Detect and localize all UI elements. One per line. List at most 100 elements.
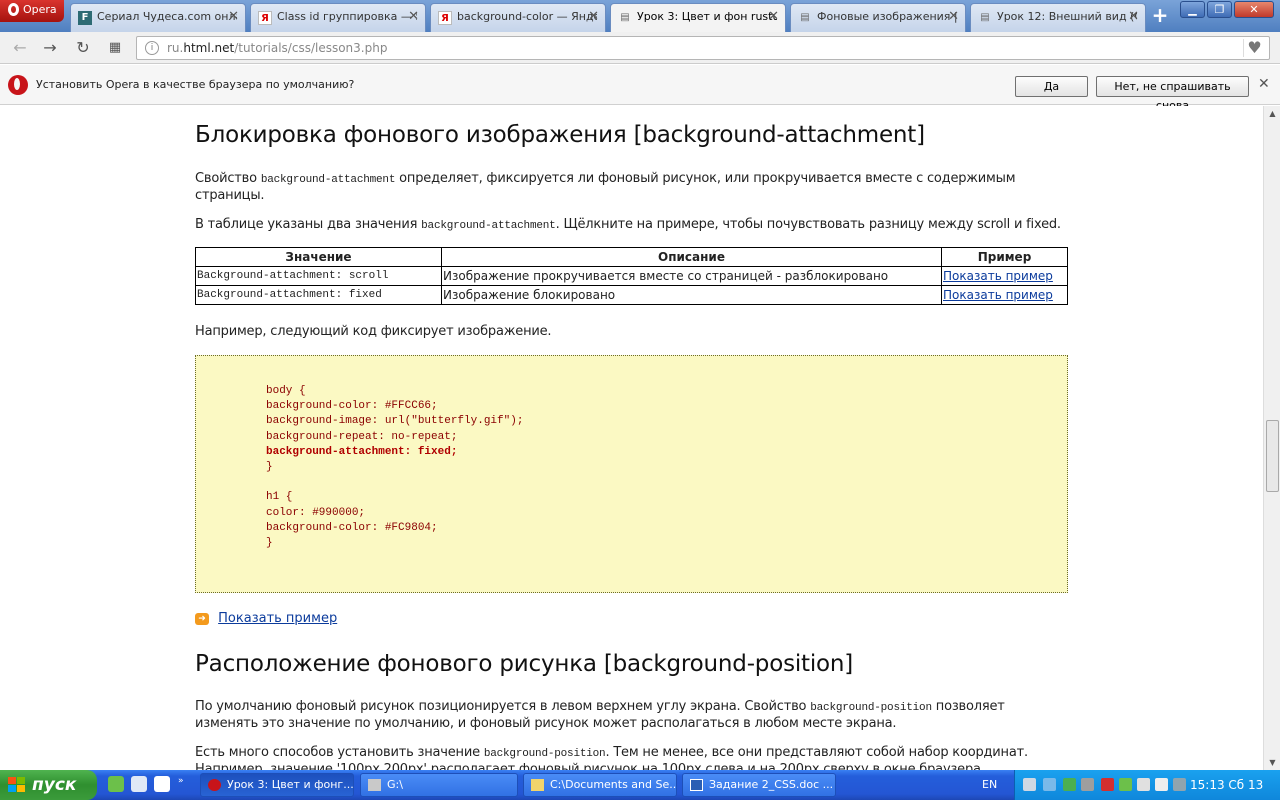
minimize-icon[interactable]: ▁ xyxy=(1180,1,1205,18)
url-path: /tutorials/css/lesson3.php xyxy=(234,41,388,55)
settings-icon[interactable] xyxy=(1081,778,1094,791)
page-favicon-icon: ▤ xyxy=(800,12,810,23)
new-tab-button[interactable]: + xyxy=(1150,5,1170,26)
taskbar-button-folder[interactable]: C:\Documents and Se... xyxy=(523,773,677,797)
page-favicon-icon: ▤ xyxy=(620,12,630,23)
windows-logo-icon xyxy=(8,777,26,793)
yes-button[interactable]: Да xyxy=(1015,76,1088,97)
scroll-thumb[interactable] xyxy=(1266,420,1279,492)
vertical-scrollbar[interactable]: ▲ ▼ xyxy=(1263,106,1280,770)
utorrent-icon[interactable] xyxy=(1119,778,1132,791)
windows-taskbar: пуск » Урок 3: Цвет и фонг... G:\ C:\Doc… xyxy=(0,770,1280,800)
paragraph-intro: Свойство background-attachment определяе… xyxy=(195,171,1055,204)
usb-icon[interactable] xyxy=(1173,778,1186,791)
close-tab-icon[interactable]: ✕ xyxy=(408,4,419,30)
folder-icon xyxy=(531,779,544,791)
quicklaunch-desktop-icon[interactable] xyxy=(131,776,147,792)
inline-code: background-attachment xyxy=(260,174,396,186)
paragraph-coordinates: Есть много способов установить значение … xyxy=(195,745,1068,770)
bookmark-heart-icon[interactable]: ♥ xyxy=(1243,39,1265,57)
code-line: background-repeat: no-repeat; xyxy=(266,430,458,443)
start-button[interactable]: пуск xyxy=(0,770,97,800)
close-tab-icon[interactable]: ✕ xyxy=(768,4,779,30)
printer-icon[interactable] xyxy=(1155,778,1168,791)
opera-logo-icon xyxy=(8,75,28,95)
column-header: Значение xyxy=(195,247,442,267)
taskbar-button-opera[interactable]: Урок 3: Цвет и фонг... xyxy=(200,773,354,797)
text: . Щёлкните на примере, чтобы почувствова… xyxy=(555,217,1061,232)
dont-ask-again-button[interactable]: Нет, не спрашивать снова xyxy=(1096,76,1249,112)
volume-icon[interactable] xyxy=(1137,778,1150,791)
close-tab-icon[interactable]: ✕ xyxy=(948,4,959,30)
tab-bar: Opera F Сериал Чудеса.com онла ✕ Я Class… xyxy=(0,0,1280,32)
security-icon[interactable] xyxy=(1101,778,1114,791)
code-line: h1 { xyxy=(266,491,293,504)
taskbar-button-word[interactable]: Задание 2_CSS.doc ... xyxy=(682,773,836,797)
network-icon[interactable] xyxy=(1023,778,1036,791)
text: Например, значение '100px 200px' распола… xyxy=(195,762,985,770)
language-indicator[interactable]: EN xyxy=(982,778,997,791)
page-favicon-icon: ▤ xyxy=(980,12,990,23)
value-cell: Background-attachment: fixed xyxy=(195,285,442,305)
taskbar-button-label: G:\ xyxy=(387,778,403,791)
quicklaunch-window-icon[interactable] xyxy=(154,776,170,792)
close-tab-icon[interactable]: ✕ xyxy=(588,4,599,30)
tab-3[interactable]: Я background-color — Янде ✕ xyxy=(430,3,606,32)
tab-6[interactable]: ▤ Урок 12: Внешний вид (C ✕ xyxy=(970,3,1146,32)
back-icon[interactable]: ← xyxy=(10,38,30,58)
inline-code: background-position xyxy=(810,702,932,714)
code-listing: body { background-color: #FFCC66; backgr… xyxy=(266,384,523,551)
opera-menu-button[interactable]: Opera xyxy=(0,0,64,22)
tab-1[interactable]: F Сериал Чудеса.com онла ✕ xyxy=(70,3,246,32)
reload-icon[interactable]: ↻ xyxy=(73,38,93,58)
close-tab-icon[interactable]: ✕ xyxy=(1128,4,1139,30)
maximize-icon[interactable]: ❐ xyxy=(1207,1,1232,18)
code-line: background-color: #FC9804; xyxy=(266,521,438,534)
example-cell: Показать пример xyxy=(941,266,1068,286)
show-example-row: ➜ Показать пример xyxy=(195,611,337,626)
address-field[interactable]: i ru.html.net/tutorials/css/lesson3.php … xyxy=(136,36,1270,60)
default-browser-infobar: Установить Opera в качестве браузера по … xyxy=(0,65,1280,112)
quicklaunch-utorrent-icon[interactable] xyxy=(108,776,124,792)
tab-4-active[interactable]: ▤ Урок 3: Цвет и фон rustut ✕ xyxy=(610,3,786,32)
description-cell: Изображение прокручивается вместе со стр… xyxy=(441,266,942,286)
value-cell: Background-attachment: scroll xyxy=(195,266,442,286)
site-info-icon[interactable]: i xyxy=(145,41,159,55)
paragraph-example: Например, следующий код фиксирует изобра… xyxy=(195,324,552,339)
scroll-down-icon[interactable]: ▼ xyxy=(1265,755,1280,770)
bluetooth-icon[interactable] xyxy=(1043,778,1056,791)
site-favicon-icon: F xyxy=(78,11,92,25)
tab-5[interactable]: ▤ Фоновые изображения | ✕ xyxy=(790,3,966,32)
description-cell: Изображение блокировано xyxy=(441,285,942,305)
show-example-link-fixed[interactable]: Показать пример xyxy=(943,288,1053,302)
start-label: пуск xyxy=(32,775,77,795)
code-line: color: #990000; xyxy=(266,506,366,519)
close-tab-icon[interactable]: ✕ xyxy=(228,4,239,30)
antivirus-icon[interactable] xyxy=(1063,778,1076,791)
scroll-up-icon[interactable]: ▲ xyxy=(1265,106,1280,121)
speed-dial-icon[interactable]: ▦ xyxy=(105,38,125,58)
code-example-block: body { background-color: #FFCC66; backgr… xyxy=(195,355,1068,593)
quicklaunch-overflow-icon[interactable]: » xyxy=(178,776,186,792)
show-example-link-scroll[interactable]: Показать пример xyxy=(943,269,1053,283)
close-window-icon[interactable]: ✕ xyxy=(1234,1,1274,18)
text: В таблице указаны два значения xyxy=(195,217,422,232)
tab-label: Фоновые изображения | xyxy=(817,10,957,23)
tab-label: Class id группировка — Я xyxy=(277,10,417,23)
forward-icon[interactable]: → xyxy=(40,38,60,58)
close-infobar-icon[interactable]: ✕ xyxy=(1258,76,1270,92)
table-row: Background-attachment: fixed Изображение… xyxy=(195,285,1068,305)
code-line: } xyxy=(266,537,273,550)
column-header: Описание xyxy=(441,247,942,267)
tab-label: Урок 12: Внешний вид (C xyxy=(997,10,1137,23)
opera-icon xyxy=(208,779,221,791)
taskbar-button-drive[interactable]: G:\ xyxy=(360,773,518,797)
tab-2[interactable]: Я Class id группировка — Я ✕ xyxy=(250,3,426,32)
navigation-bar: ← → ↻ ▦ i ru.html.net/tutorials/css/less… xyxy=(0,32,1280,64)
values-table: Значение Описание Пример Background-atta… xyxy=(195,247,1068,305)
table-header-row: Значение Описание Пример xyxy=(195,247,1068,267)
url-host: html.net xyxy=(183,41,235,55)
show-example-link[interactable]: Показать пример xyxy=(218,611,337,626)
taskbar-button-label: C:\Documents and Se... xyxy=(550,778,677,791)
example-cell: Показать пример xyxy=(941,285,1068,305)
